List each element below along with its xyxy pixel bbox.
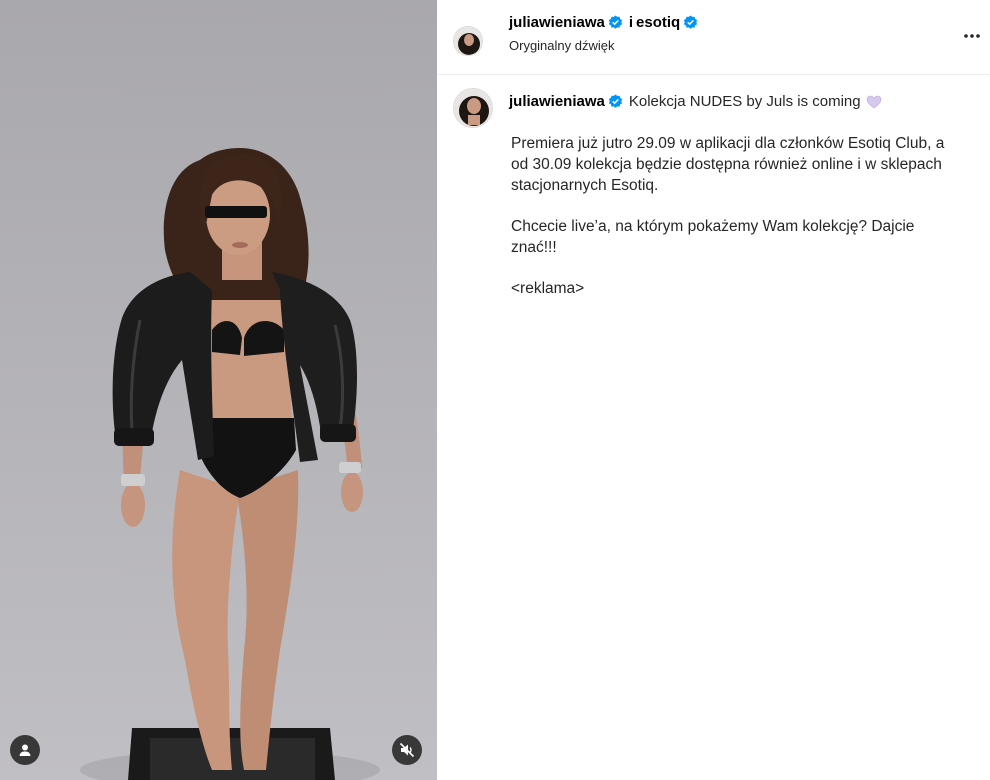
purple-heart-emoji-icon [866, 95, 881, 108]
caption-title: Kolekcja NUDES by Juls is coming [628, 93, 861, 110]
post-details-panel: juliawieniawa i esotiq Oryginalny dźwięk [437, 0, 990, 780]
caption-paragraph: Chcecie live’a, na którym pokażemy Wam k… [511, 218, 915, 256]
author-avatar[interactable] [453, 26, 483, 56]
collab-separator: i [628, 14, 634, 31]
caption-author-avatar[interactable] [453, 88, 493, 128]
mute-toggle-button[interactable] [392, 735, 422, 765]
verified-badge-icon [608, 94, 622, 108]
audio-link[interactable]: Oryginalny dźwięk [509, 38, 615, 53]
collaborator-username[interactable]: esotiq [636, 14, 680, 31]
muted-speaker-icon [399, 742, 415, 758]
model-photo [80, 148, 380, 780]
post-authors: juliawieniawa i esotiq [509, 14, 698, 31]
caption-body: Premiera już jutro 29.09 w aplikacji dla… [511, 133, 961, 319]
author-username[interactable]: juliawieniawa [509, 14, 605, 31]
caption-paragraph: Premiera już jutro 29.09 w aplikacji dla… [511, 135, 945, 194]
more-options-icon[interactable] [960, 24, 984, 48]
verified-badge-icon [608, 15, 622, 29]
avatar-image [454, 27, 482, 55]
avatar-image [454, 89, 492, 127]
caption-username[interactable]: juliawieniawa [509, 93, 605, 110]
tagged-users-button[interactable] [10, 735, 40, 765]
verified-badge-icon [684, 15, 698, 29]
post-header: juliawieniawa i esotiq Oryginalny dźwięk [437, 0, 990, 75]
caption-ad-label: <reklama> [511, 280, 585, 297]
user-tag-icon [19, 744, 31, 756]
post-media[interactable] [0, 0, 437, 780]
caption-header: juliawieniawa Kolekcja NUDES by Juls is … [509, 93, 882, 110]
